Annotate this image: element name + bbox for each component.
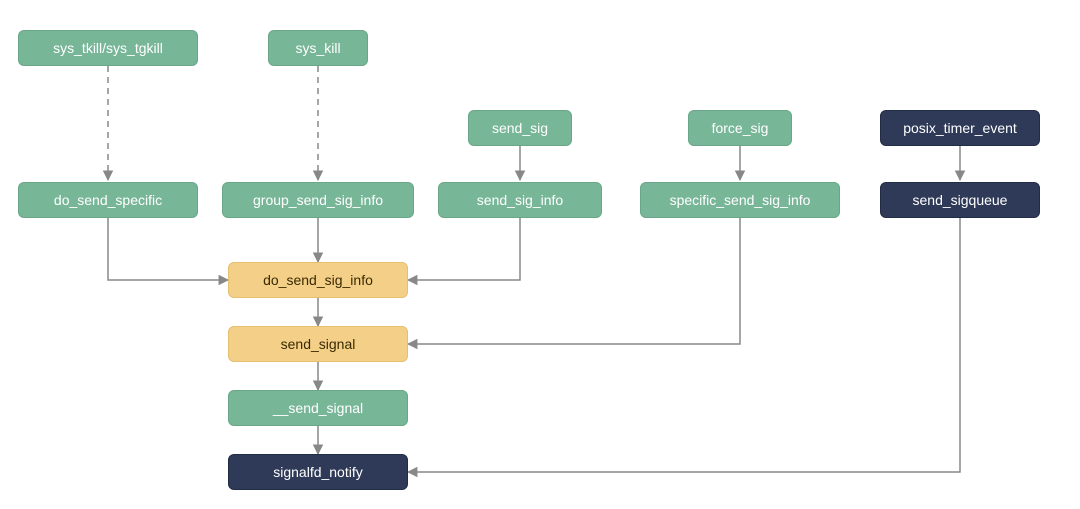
node-send_sig: send_sig (468, 110, 572, 146)
node-send_sig_info: send_sig_info (438, 182, 602, 218)
node-label: force_sig (712, 120, 769, 136)
node-sys_tkill: sys_tkill/sys_tgkill (18, 30, 198, 66)
node-label: group_send_sig_info (253, 192, 383, 208)
node-send_sigqueue: send_sigqueue (880, 182, 1040, 218)
node-group_send_sig_info: group_send_sig_info (222, 182, 414, 218)
node-label: send_sig_info (477, 192, 563, 208)
node-label: sys_kill (295, 40, 340, 56)
edge-send_sigqueue-signalfd_notify (408, 218, 960, 472)
node-label: __send_signal (273, 400, 363, 416)
node-label: posix_timer_event (903, 120, 1017, 136)
node-posix_timer_event: posix_timer_event (880, 110, 1040, 146)
node-do_send_sig_info: do_send_sig_info (228, 262, 408, 298)
node-label: do_send_sig_info (263, 272, 373, 288)
node-signalfd_notify: signalfd_notify (228, 454, 408, 490)
node-label: sys_tkill/sys_tgkill (53, 40, 163, 56)
node-label: send_signal (281, 336, 356, 352)
node-label: specific_send_sig_info (670, 192, 811, 208)
node-send_signal: send_signal (228, 326, 408, 362)
diagram-edges (0, 0, 1080, 509)
node-force_sig: force_sig (688, 110, 792, 146)
edge-send_sig_info-do_send_sig_info (408, 218, 520, 280)
node-__send_signal: __send_signal (228, 390, 408, 426)
edge-specific_send-send_signal (408, 218, 740, 344)
edge-do_send_specific-do_send_sig_info (108, 218, 228, 280)
node-do_send_specific: do_send_specific (18, 182, 198, 218)
node-label: send_sig (492, 120, 548, 136)
node-label: signalfd_notify (273, 464, 363, 480)
node-label: do_send_specific (54, 192, 162, 208)
node-sys_kill: sys_kill (268, 30, 368, 66)
node-specific_send_sig_info: specific_send_sig_info (640, 182, 840, 218)
node-label: send_sigqueue (913, 192, 1008, 208)
